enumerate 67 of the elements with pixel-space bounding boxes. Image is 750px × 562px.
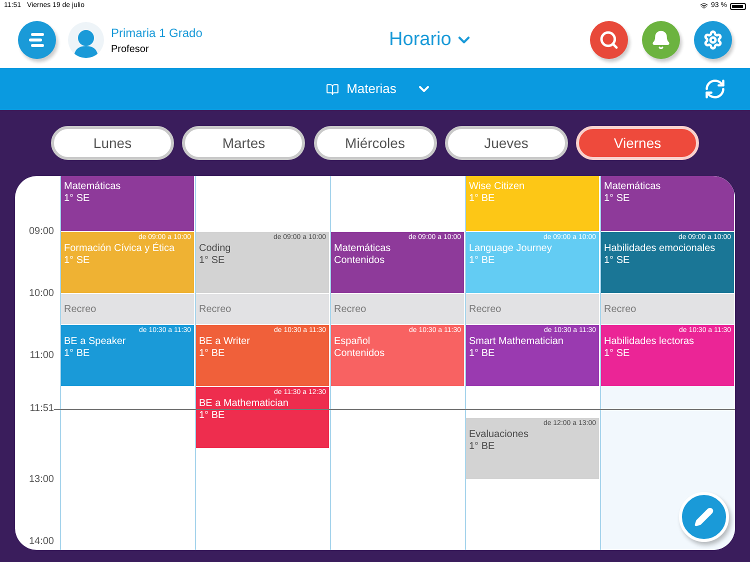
class-group: 1° BE xyxy=(469,255,596,267)
current-time-label: 11:51 xyxy=(30,402,54,415)
class-title: BE a Mathematician xyxy=(199,398,290,410)
class-group: 1° BE xyxy=(199,410,326,422)
search-button[interactable] xyxy=(590,21,628,59)
user-name: Primaria 1 Grado xyxy=(111,24,202,42)
person-icon xyxy=(74,28,98,58)
class-block[interactable]: Matemáticas 1° SE xyxy=(601,176,734,231)
class-group: 1° BE xyxy=(469,348,596,360)
class-group: 1° BE xyxy=(199,348,326,360)
battery-icon xyxy=(730,2,746,10)
bell-icon xyxy=(651,30,671,50)
settings-icon xyxy=(703,30,723,50)
class-group: 1° SE xyxy=(64,193,191,205)
search-icon xyxy=(599,30,619,50)
settings-button[interactable] xyxy=(694,21,732,59)
break-label: Recreo xyxy=(469,302,502,316)
pencil-icon xyxy=(694,507,714,527)
day-tab[interactable]: Martes xyxy=(182,126,306,160)
class-block[interactable]: Matemáticas 1° SE xyxy=(61,176,194,231)
day-tab[interactable]: Viernes xyxy=(576,126,699,160)
class-group: 1° SE xyxy=(199,255,326,267)
class-title: Coding xyxy=(199,243,232,255)
break-label: Recreo xyxy=(334,302,366,316)
class-title: BE a Speaker xyxy=(64,336,127,348)
refresh-icon xyxy=(704,78,726,100)
book-icon xyxy=(326,82,339,96)
menu-icon xyxy=(29,33,45,47)
class-title: Habilidades lectoras xyxy=(604,336,696,348)
class-group: 1° SE xyxy=(604,193,731,205)
class-group: Contenidos xyxy=(334,348,461,360)
refresh-button[interactable] xyxy=(704,78,726,100)
break-label: Recreo xyxy=(64,302,96,316)
class-title: Formación Cívica y Ética xyxy=(64,243,176,255)
class-title: Matemáticas xyxy=(64,181,122,193)
class-title: Evaluaciones xyxy=(469,429,530,441)
class-title: Wise Citizen xyxy=(469,181,526,193)
class-group: 1° BE xyxy=(469,441,596,453)
class-group: 1° SE xyxy=(604,348,731,360)
class-title: Smart Mathematician xyxy=(469,336,564,348)
user-role: Profesor xyxy=(111,42,150,56)
class-group: Contenidos xyxy=(334,255,461,267)
break-label: Recreo xyxy=(199,302,232,316)
day-tab[interactable]: Lunes xyxy=(51,126,174,160)
class-title: Matemáticas xyxy=(334,243,392,255)
class-title: Matemáticas xyxy=(604,181,662,193)
menu-button[interactable] xyxy=(18,21,56,59)
hour-label: 11:00 xyxy=(30,350,54,362)
class-group: 1° SE xyxy=(64,255,191,267)
view-dropdown[interactable]: Horario xyxy=(389,26,474,54)
day-tab[interactable]: Miércoles xyxy=(314,126,436,160)
class-title: Language Journey xyxy=(469,243,553,255)
subject-dropdown[interactable]: Materias xyxy=(296,79,432,99)
notifications-button[interactable] xyxy=(642,21,680,59)
class-group: 1° SE xyxy=(604,255,731,267)
hour-label: 09:00 xyxy=(28,226,54,238)
break-label: Recreo xyxy=(604,302,636,316)
hour-label: 13:00 xyxy=(28,474,54,486)
day-tab[interactable]: Jueves xyxy=(444,126,568,160)
hour-label: 10:00 xyxy=(28,288,54,300)
class-title: BE a Writer xyxy=(199,336,251,348)
wifi-icon xyxy=(700,2,708,10)
class-title: Español xyxy=(334,336,372,348)
class-title: Habilidades emocionales xyxy=(604,243,716,255)
class-group: 1° BE xyxy=(469,193,596,205)
class-group: 1° BE xyxy=(64,348,191,360)
hour-label: 14:00 xyxy=(28,536,54,548)
